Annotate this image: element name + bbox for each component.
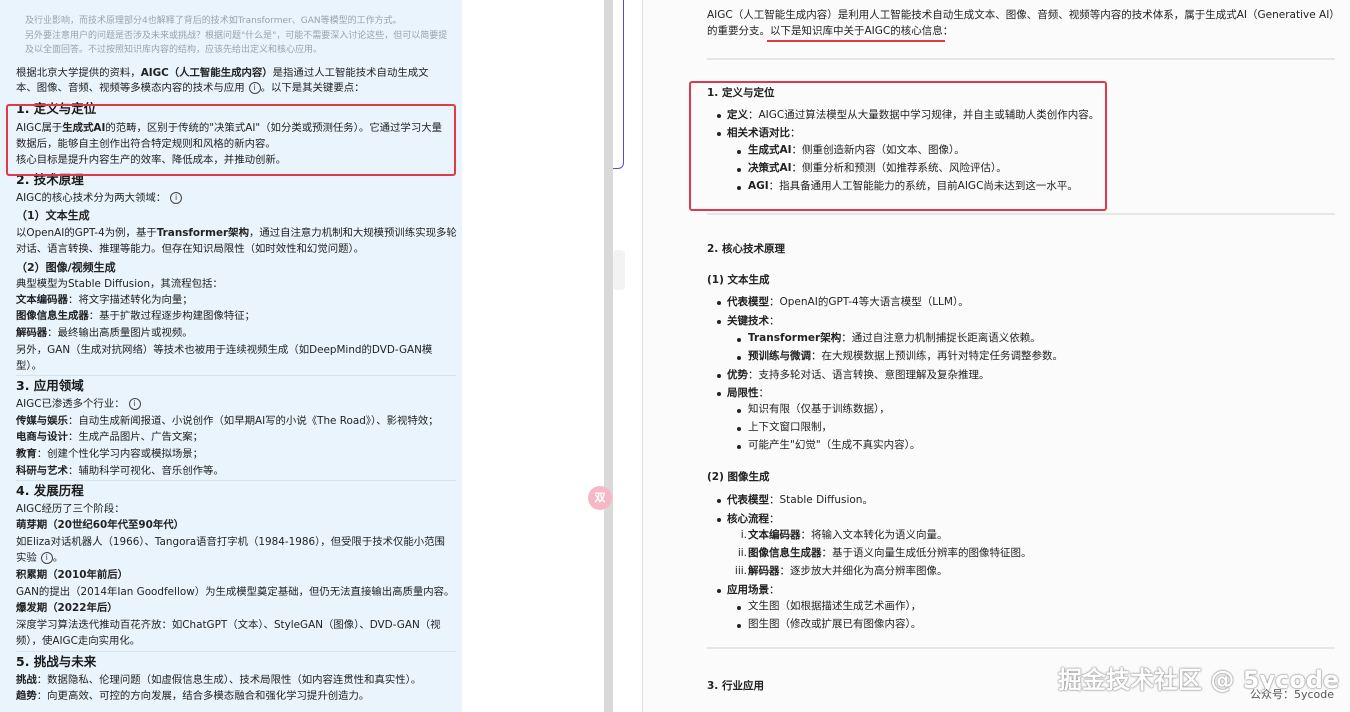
paragraph: 科研与艺术：辅助科学可视化、音乐创作等。 (16, 465, 224, 477)
info-icon[interactable]: i (170, 192, 183, 204)
list-item: 图生图（修改或扩展已有图像内容）。 (748, 618, 922, 630)
paragraph: AIGC已渗透多个行业： i (16, 397, 141, 411)
paragraph: 另外，GAN（生成对抗网络）等技术也被用于连续视频生成（如DeepMind的DV… (16, 344, 433, 356)
list-item: 可能产生"幻觉"（生成不真实内容）。 (748, 439, 921, 451)
paragraph: 教育：创建个性化学习内容或模拟场景； (16, 448, 204, 460)
paragraph: 典型模型为Stable Diffusion，其流程包括： (16, 278, 223, 290)
bullet (717, 589, 721, 593)
bullet (737, 427, 741, 431)
list-item: 上下文窗口限制， (748, 421, 832, 433)
section-heading: 3. 行业应用 (707, 680, 764, 692)
list-item: 代表模型：Stable Diffusion。 (727, 494, 873, 506)
list-number: iii. (734, 565, 747, 577)
bullet (717, 374, 721, 378)
list-item: 优势：支持多轮对话、语言转换、意图理解及复杂推理。 (727, 369, 990, 381)
list-item: 应用场景： (727, 584, 780, 596)
bullet (717, 518, 721, 522)
paragraph: 解码器：最终输出高质量图片或视频。 (16, 327, 193, 339)
paragraph: GAN的提出（2014年Ian Goodfellow）为生成模型奠定基础，但仍无… (16, 586, 455, 598)
window-edge (613, 0, 624, 169)
left-chat-panel: 及行业影响，而技术原理部分4也解释了背后的技术如Transformer、GAN等… (0, 0, 462, 712)
paragraph: 爆发期（2022年后） (16, 602, 118, 614)
section-heading: 4. 发展历程 (16, 483, 84, 498)
bullet (717, 392, 721, 396)
divider (16, 651, 456, 652)
section-heading: 3. 应用领域 (16, 378, 84, 393)
divider (16, 480, 456, 481)
bullet (737, 338, 741, 342)
paragraph: 萌芽期（20世纪60年代至90年代） (16, 519, 185, 531)
sub-heading: （2）图像/视频生成 (16, 261, 116, 274)
paragraph: 实验 i。 (16, 552, 64, 564)
list-item: 核心流程： (727, 513, 780, 525)
list-item: 文本编码器：将输入文本转化为语义向量。 (748, 529, 948, 541)
thinking-text: 及行业影响，而技术原理部分4也解释了背后的技术如Transformer、GAN等… (25, 16, 402, 26)
sub-heading: (2) 图像生成 (707, 471, 770, 483)
paragraph: 趋势：向更高效、可控的方向发展，结合多模态融合和强化学习提升创造力。 (16, 690, 370, 702)
bullet (717, 301, 721, 305)
list-item: Transformer架构：通过自注意力机制捕捉长距离语义依赖。 (748, 332, 1041, 344)
paragraph: 对话、语言转换、推理等能力。但存在知识局限性（如时效性和幻觉问题）。 (16, 243, 365, 255)
paragraph: 电商与设计：生成产品图片、广告文案； (16, 431, 204, 443)
highlight-box (689, 81, 1107, 211)
list-item: 局限性： (727, 387, 769, 399)
annotation-underline (767, 40, 945, 42)
paragraph: 频），使AIGC走向实用化。 (16, 635, 141, 647)
divider (707, 58, 1335, 60)
paragraph: 如Eliza对话机器人（1966）、Tangora语音打字机（1984-1986… (16, 536, 445, 548)
answer-intro: 的重要分支。以下是知识库中关于AIGC的核心信息： (707, 25, 954, 37)
section-heading: 2. 核心技术原理 (707, 243, 785, 255)
bullet (717, 320, 721, 324)
list-item: 关键技术： (727, 315, 780, 327)
window-edge (613, 250, 625, 290)
divider (707, 647, 1335, 649)
divider (16, 375, 456, 376)
answer-intro: 本、图像、音频、视频等多模态内容的技术与应用 i 。以下是其关键要点： (16, 82, 365, 94)
bullet (737, 445, 741, 449)
wechat-label: 公众号：5ycode (1250, 688, 1335, 701)
paragraph: 挑战：数据隐私、伦理问题（如虚假信息生成）、技术局限性（如内容连贯性和真实性）。 (16, 674, 422, 686)
list-item: 图像信息生成器：基于语义向量生成低分辨率的图像特征图。 (748, 547, 1032, 559)
scrollbar[interactable] (604, 0, 613, 712)
info-icon[interactable]: i (128, 398, 141, 410)
list-number: ii. (737, 547, 747, 559)
paragraph: 积累期（2010年前后） (16, 569, 129, 581)
paragraph: AIGC经历了三个阶段： (16, 503, 125, 515)
list-item: 代表模型：OpenAI的GPT-4等大语言模型（LLM）。 (727, 296, 969, 308)
thinking-text: 另外要注意用户的问题是否涉及未来或挑战？根据问题"什么是"，可能不需要深入讨论这… (25, 31, 448, 41)
sub-heading: （1）文本生成 (16, 209, 90, 222)
highlight-box (6, 104, 456, 176)
list-number: i. (740, 529, 747, 541)
list-item: 预训练与微调：在大规模数据上预训练，再针对特定任务调整参数。 (748, 350, 1063, 362)
sub-heading: (1) 文本生成 (707, 274, 770, 286)
answer-intro: 根据北京大学提供的资料，AIGC（人工智能生成内容）是指通过人工智能技术自动生成… (16, 67, 429, 79)
translate-button[interactable]: 双 (588, 486, 612, 510)
thinking-text: 及以全面回答。不过按照知识库内容的结构，应该先给出定义和核心应用。 (25, 45, 323, 55)
bullet (737, 356, 741, 360)
list-item: 知识有限（仅基于训练数据）， (748, 403, 890, 415)
divider (707, 213, 1335, 215)
bullet (737, 409, 741, 413)
list-item: 解码器：逐步放大并细化为高分辨率图像。 (748, 565, 948, 577)
answer-intro: AIGC（人工智能生成内容）是利用人工智能技术自动生成文本、图像、音频、视频等内… (707, 9, 1340, 21)
bullet (737, 624, 741, 628)
paragraph: 以OpenAI的GPT-4为例，基于Transformer架构，通过自注意力机制… (16, 227, 457, 239)
paragraph: 文本编码器：将文字描述转化为向量； (16, 294, 193, 306)
bullet (717, 499, 721, 503)
info-icon[interactable]: i (40, 552, 53, 564)
paragraph: 型）。 (16, 360, 42, 372)
right-chat-panel: AIGC（人工智能生成内容）是利用人工智能技术自动生成文本、图像、音频、视频等内… (643, 0, 1350, 712)
section-heading: 5. 挑战与未来 (16, 654, 97, 669)
paragraph: 传媒与娱乐：自动生成新闻报道、小说创作（如早期AI写的小说《The Road》）… (16, 415, 439, 427)
paragraph: 图像信息生成器：基于扩散过程逐步构建图像特征； (16, 310, 255, 322)
paragraph: AIGC的核心技术分为两大领域： i (16, 191, 183, 205)
bullet (737, 606, 741, 610)
info-icon[interactable]: i (248, 82, 261, 94)
paragraph: 深度学习算法迭代推动百花齐放：如ChatGPT（文本）、StyleGAN（图像）… (16, 619, 441, 631)
list-item: 文生图（如根据描述生成艺术画作）， (748, 600, 922, 612)
